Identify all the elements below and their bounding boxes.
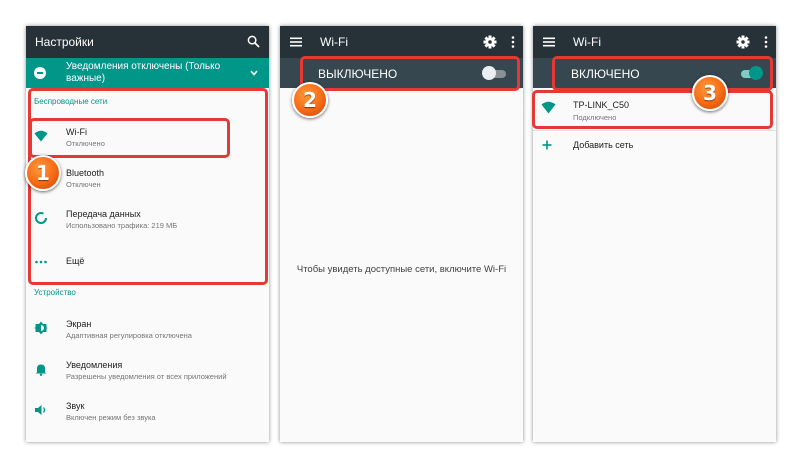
plus-icon xyxy=(542,140,552,150)
display-title: Экран xyxy=(66,319,92,329)
settings-item-sound[interactable]: Звук Включен режим без звука xyxy=(26,392,269,428)
do-not-disturb-icon xyxy=(34,67,46,79)
search-icon[interactable] xyxy=(247,35,260,48)
chevron-down-icon[interactable] xyxy=(249,68,259,78)
step-badge-1: 1 xyxy=(25,155,61,191)
notifications-title: Уведомления xyxy=(66,360,123,370)
section-header-device: Устройство xyxy=(34,288,76,297)
brightness-icon xyxy=(34,321,48,335)
network-highlight xyxy=(532,90,773,129)
more-vertical-icon[interactable] xyxy=(510,35,516,49)
switch-off-highlight xyxy=(300,56,520,91)
notification-banner[interactable]: Уведомления отключены (Только важные) xyxy=(26,58,269,88)
settings-item-notifications[interactable]: Уведомления Разрешены уведомления от все… xyxy=(26,351,269,387)
switch-on-highlight xyxy=(552,56,773,91)
divider xyxy=(533,130,776,131)
gear-icon[interactable] xyxy=(483,35,497,49)
wifi-toolbar: Wi-Fi xyxy=(533,26,776,58)
add-network-label: Добавить сеть xyxy=(573,140,634,150)
add-network-item[interactable]: Добавить сеть xyxy=(533,136,776,158)
step-badge-2: 2 xyxy=(292,82,328,118)
display-subtitle: Адаптивная регулировка отключена xyxy=(66,331,192,340)
sound-title: Звук xyxy=(66,401,85,411)
page-title: Wi-Fi xyxy=(320,35,348,49)
page-title: Настройки xyxy=(35,35,94,49)
speaker-icon xyxy=(35,405,46,415)
page-title: Wi-Fi xyxy=(573,35,601,49)
sound-subtitle: Включен режим без звука xyxy=(66,413,156,422)
empty-state-message: Чтобы увидеть доступные сети, включите W… xyxy=(296,264,507,275)
wifi-toolbar: Wi-Fi xyxy=(280,26,523,58)
wifi-item-highlight xyxy=(29,118,230,158)
bell-icon xyxy=(35,364,47,376)
settings-toolbar: Настройки xyxy=(26,26,269,58)
menu-icon[interactable] xyxy=(542,35,556,49)
gear-icon[interactable] xyxy=(736,35,750,49)
menu-icon[interactable] xyxy=(289,35,303,49)
banner-text: Уведомления отключены (Только важные) xyxy=(66,61,221,84)
step-badge-3: 3 xyxy=(692,75,728,111)
notifications-subtitle: Разрешены уведомления от всех приложений xyxy=(66,372,227,381)
settings-item-display[interactable]: Экран Адаптивная регулировка отключена xyxy=(26,310,269,346)
more-vertical-icon[interactable] xyxy=(763,35,769,49)
